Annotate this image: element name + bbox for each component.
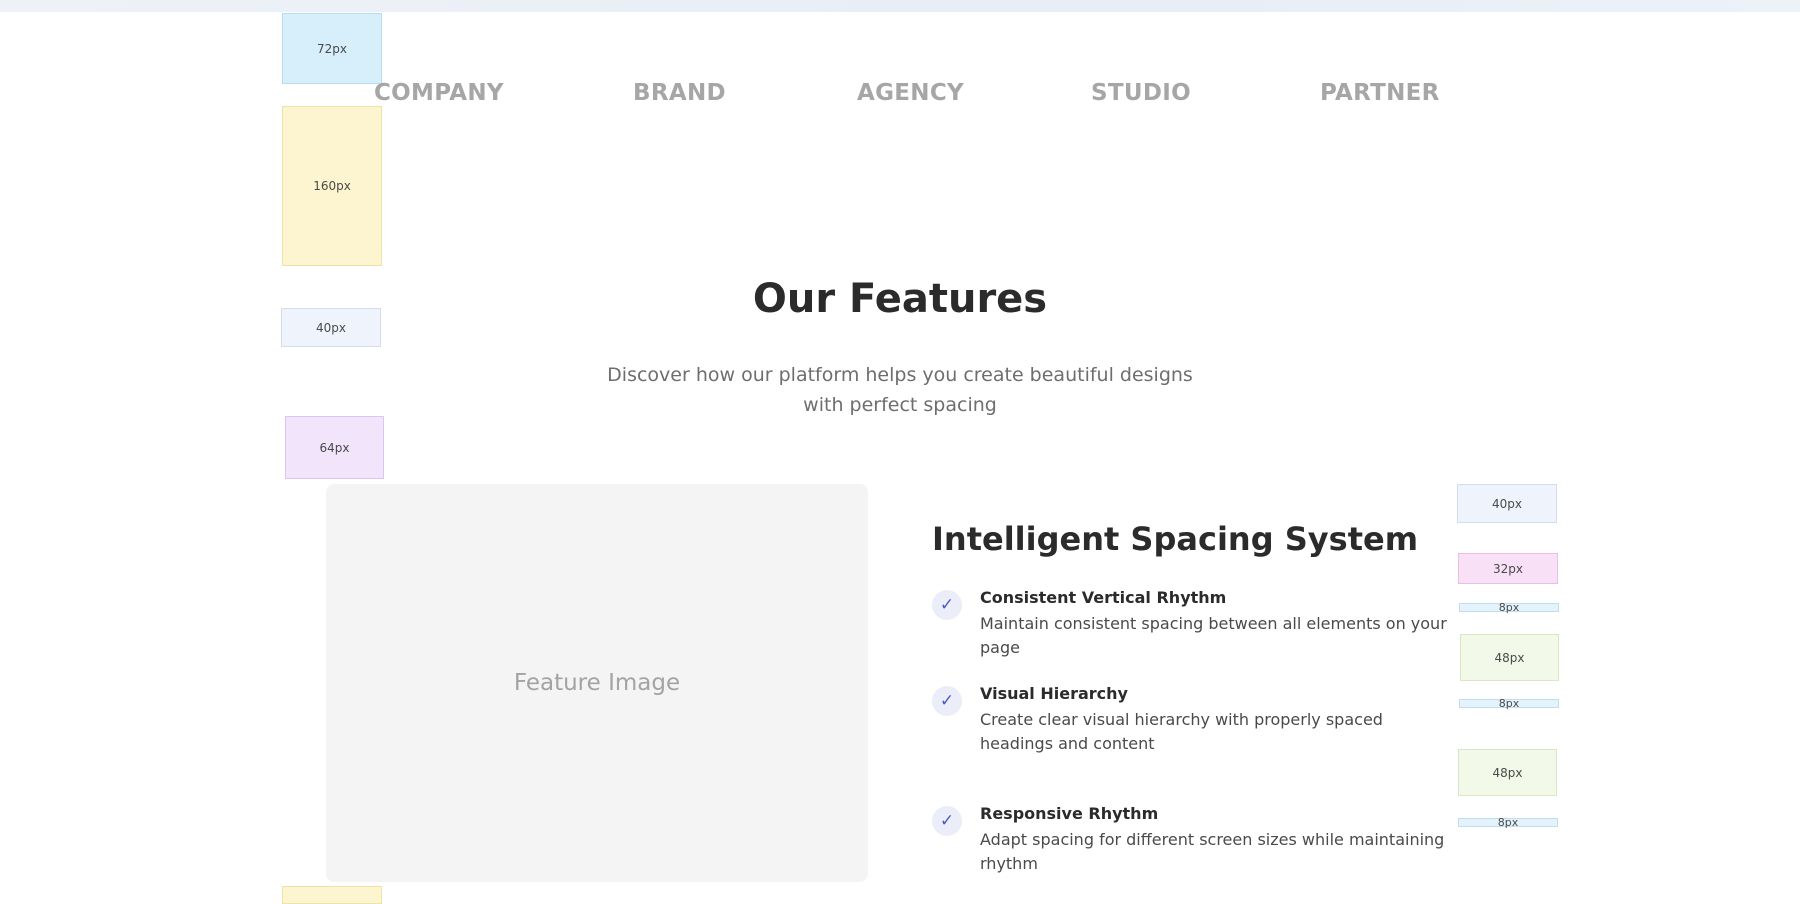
spacing-indicator-8: 8px — [1459, 699, 1559, 708]
logo-brand: BRAND — [633, 80, 726, 106]
feature-item-description: Maintain consistent spacing between all … — [980, 612, 1460, 660]
spacing-indicator-40: 40px — [1457, 484, 1557, 523]
feature-heading: Intelligent Spacing System — [932, 520, 1418, 558]
check-icon: ✓ — [932, 590, 962, 620]
spacing-indicator-160: 160px — [282, 106, 382, 266]
feature-image-label: Feature Image — [514, 670, 680, 696]
logo-agency: AGENCY — [857, 80, 964, 106]
feature-item: ✓ Visual Hierarchy Create clear visual h… — [932, 684, 1452, 760]
feature-item: ✓ Responsive Rhythm Adapt spacing for di… — [932, 804, 1452, 856]
check-icon: ✓ — [932, 686, 962, 716]
feature-item-description: Adapt spacing for different screen sizes… — [980, 828, 1460, 876]
feature-item-title: Consistent Vertical Rhythm — [980, 588, 1226, 607]
check-icon: ✓ — [932, 806, 962, 836]
top-bar — [0, 0, 1800, 12]
logo-studio: STUDIO — [1091, 80, 1191, 106]
spacing-indicator-72: 72px — [282, 13, 382, 84]
section-subtitle: Discover how our platform helps you crea… — [600, 360, 1200, 420]
feature-item: ✓ Consistent Vertical Rhythm Maintain co… — [932, 588, 1452, 640]
spacing-indicator-48: 48px — [1458, 749, 1557, 796]
logo-company: COMPANY — [374, 80, 504, 106]
feature-item-title: Responsive Rhythm — [980, 804, 1158, 823]
spacing-indicator-8: 8px — [1459, 603, 1559, 612]
feature-item-title: Visual Hierarchy — [980, 684, 1128, 703]
spacing-indicator-32: 32px — [1458, 553, 1558, 584]
section-title: Our Features — [0, 276, 1800, 322]
logo-partner: PARTNER — [1320, 80, 1440, 106]
feature-image-placeholder: Feature Image — [326, 484, 868, 882]
page: 72px 160px 40px 64px COMPANY BRAND AGENC… — [0, 0, 1800, 904]
spacing-indicator-48: 48px — [1460, 634, 1559, 681]
spacing-indicator-bottom — [282, 886, 382, 904]
spacing-indicator-8: 8px — [1458, 818, 1558, 827]
spacing-indicator-64: 64px — [285, 416, 384, 479]
feature-item-description: Create clear visual hierarchy with prope… — [980, 708, 1460, 756]
